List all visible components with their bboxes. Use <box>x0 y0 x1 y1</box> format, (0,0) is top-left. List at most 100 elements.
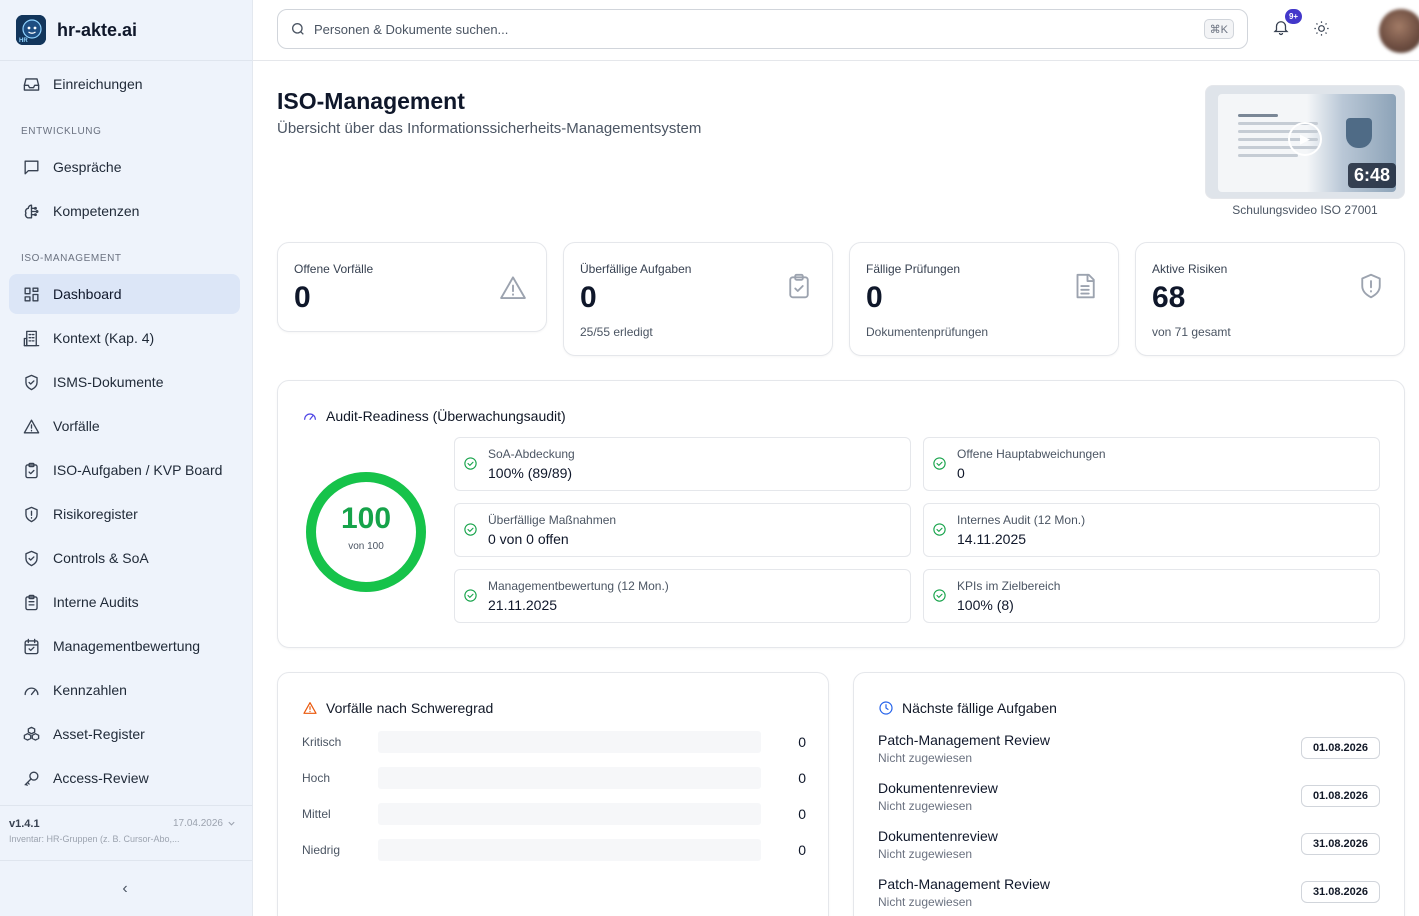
check-kpis-im-zielbereich: KPIs im Zielbereich 100% (8) <box>923 569 1380 623</box>
sidebar-item-kontext[interactable]: Kontext (Kap. 4) <box>9 318 240 358</box>
brain-icon <box>21 201 41 221</box>
task-due-date: 31.08.2026 <box>1300 833 1380 855</box>
search-input[interactable] <box>314 21 1174 37</box>
card-title: Audit-Readiness (Überwachungsaudit) <box>302 408 566 424</box>
sidebar-item-label: Access-Review <box>53 770 149 786</box>
task-title[interactable]: Dokumentenreview <box>878 780 998 796</box>
sidebar-item-kennzahlen[interactable]: Kennzahlen <box>9 670 240 710</box>
search-icon <box>292 23 304 35</box>
sidebar: HR hr-akte.ai Einreichungen ENTWICKLUNG … <box>0 0 253 916</box>
sidebar-item-gespraeche[interactable]: Gespräche <box>9 147 240 187</box>
brand[interactable]: HR hr-akte.ai <box>0 0 252 61</box>
sidebar-item-vorfaelle[interactable]: Vorfälle <box>9 406 240 446</box>
readiness-score-max: von 100 <box>348 541 384 552</box>
shield-check-icon <box>21 372 41 392</box>
training-video-thumbnail[interactable]: ▶ 6:48 <box>1205 85 1405 199</box>
sidebar-item-asset-register[interactable]: Asset-Register <box>9 714 240 754</box>
task-assignee: Nicht zugewiesen <box>878 751 973 765</box>
check-ueberfaellige-massnahmen: Überfällige Maßnahmen 0 von 0 offen <box>454 503 911 557</box>
tasks-title: Nächste fällige Aufgaben <box>902 700 1057 716</box>
check-label: Überfällige Maßnahmen <box>488 513 617 527</box>
gauge-icon <box>304 413 316 420</box>
collapse-sidebar-button[interactable]: ‹ <box>116 880 134 900</box>
sidebar-item-isms-dokumente[interactable]: ISMS-Dokumente <box>9 362 240 402</box>
clock-icon <box>879 701 893 715</box>
sidebar-item-kompetenzen[interactable]: Kompetenzen <box>9 191 240 231</box>
search-bar[interactable]: ⌘K <box>277 9 1248 49</box>
sidebar-item-iso-aufgaben[interactable]: ISO-Aufgaben / KVP Board <box>9 450 240 490</box>
readiness-score: 100 <box>340 502 392 535</box>
task-title[interactable]: Patch-Management Review <box>878 732 1050 748</box>
severity-count: 0 <box>798 734 806 750</box>
severity-label: Niedrig <box>302 843 341 857</box>
kpi-value: 0 <box>866 281 883 314</box>
sidebar-item-interne-audits[interactable]: Interne Audits <box>9 582 240 622</box>
task-assignee: Nicht zugewiesen <box>878 799 973 813</box>
audit-readiness-card: Audit-Readiness (Überwachungsaudit) 100 … <box>277 380 1405 648</box>
clipboard-list-icon <box>21 592 41 612</box>
task-title[interactable]: Patch-Management Review <box>878 876 1050 892</box>
inbox-icon <box>21 74 41 94</box>
check-circle-icon <box>463 456 479 472</box>
check-circle-icon <box>463 522 479 538</box>
kpi-card-offene-vorfaelle[interactable]: Offene Vorfälle 0 <box>277 242 547 332</box>
version-number: v1.4.1 <box>9 818 40 830</box>
sidebar-item-risikoregister[interactable]: Risikoregister <box>9 494 240 534</box>
check-internes-audit: Internes Audit (12 Mon.) 14.11.2025 <box>923 503 1380 557</box>
shield-alert-icon <box>1356 271 1388 303</box>
sidebar-item-label: Dashboard <box>53 286 122 302</box>
sidebar-item-label: Managementbewertung <box>53 638 201 654</box>
kpi-value: 0 <box>580 281 597 314</box>
severity-count: 0 <box>798 842 806 858</box>
severity-label: Hoch <box>302 771 331 785</box>
sidebar-item-dashboard[interactable]: Dashboard <box>9 274 240 314</box>
card-title: Vorfälle nach Schweregrad <box>302 700 493 716</box>
section-header-iso-management: ISO-MANAGEMENT <box>21 253 122 264</box>
version-note: Inventar: HR-Gruppen (z. B. Cursor-Abo,.… <box>9 834 180 844</box>
sidebar-item-label: Controls & SoA <box>53 550 149 566</box>
audit-readiness-title: Audit-Readiness (Überwachungsaudit) <box>326 408 566 424</box>
version-info[interactable]: v1.4.1 17.04.2026 Inventar: HR-Gruppen (… <box>0 805 252 861</box>
kpi-card-faellige-pruefungen[interactable]: Fällige Prüfungen 0 Dokumentenprüfungen <box>849 242 1119 356</box>
kpi-subtext: von 71 gesamt <box>1152 325 1231 339</box>
task-due-date: 01.08.2026 <box>1300 737 1380 759</box>
severity-title: Vorfälle nach Schweregrad <box>326 700 494 716</box>
severity-label: Kritisch <box>302 735 342 749</box>
shield-alert-icon <box>21 504 41 524</box>
check-soa-abdeckung: SoA-Abdeckung 100% (89/89) <box>454 437 911 491</box>
kpi-card-ueberfaellige-aufgaben[interactable]: Überfällige Aufgaben 0 25/55 erledigt <box>563 242 833 356</box>
task-assignee: Nicht zugewiesen <box>878 895 973 909</box>
page-subtitle: Übersicht über das Informationssicherhei… <box>277 120 702 137</box>
card-title: Nächste fällige Aufgaben <box>878 700 1057 716</box>
chevron-down-icon <box>228 821 235 826</box>
sidebar-item-label: Gespräche <box>53 159 122 175</box>
severity-label: Mittel <box>302 807 331 821</box>
version-date[interactable]: 17.04.2026 <box>173 818 236 829</box>
check-label: Internes Audit (12 Mon.) <box>957 513 1086 527</box>
sidebar-item-einreichungen[interactable]: Einreichungen <box>9 64 240 104</box>
document-icon <box>1070 271 1102 303</box>
sidebar-item-label: Risikoregister <box>53 506 138 522</box>
check-circle-icon <box>932 456 948 472</box>
sidebar-item-controls-soa[interactable]: Controls & SoA <box>9 538 240 578</box>
check-label: SoA-Abdeckung <box>488 447 575 461</box>
boxes-icon <box>21 724 41 744</box>
gauge-icon <box>21 680 41 700</box>
task-title[interactable]: Dokumentenreview <box>878 828 998 844</box>
severity-count: 0 <box>798 806 806 822</box>
building-icon <box>21 328 41 348</box>
section-header-entwicklung: ENTWICKLUNG <box>21 126 102 137</box>
main-content: ISO-Management Übersicht über das Inform… <box>253 61 1419 916</box>
sidebar-item-managementbewertung[interactable]: Managementbewertung <box>9 626 240 666</box>
kpi-label: Überfällige Aufgaben <box>580 262 692 276</box>
kpi-subtext: Dokumentenprüfungen <box>866 325 989 339</box>
sidebar-item-access-review[interactable]: Access-Review <box>9 758 240 798</box>
app-logo-icon: HR <box>16 15 46 45</box>
video-caption: Schulungsvideo ISO 27001 <box>1232 203 1378 217</box>
sidebar-item-label: ISMS-Dokumente <box>53 374 164 390</box>
avatar[interactable] <box>1379 9 1419 53</box>
theme-toggle-button[interactable] <box>1313 20 1331 38</box>
kpi-card-aktive-risiken[interactable]: Aktive Risiken 68 von 71 gesamt <box>1135 242 1405 356</box>
play-icon[interactable]: ▶ <box>1288 122 1322 156</box>
warning-icon <box>303 702 317 714</box>
